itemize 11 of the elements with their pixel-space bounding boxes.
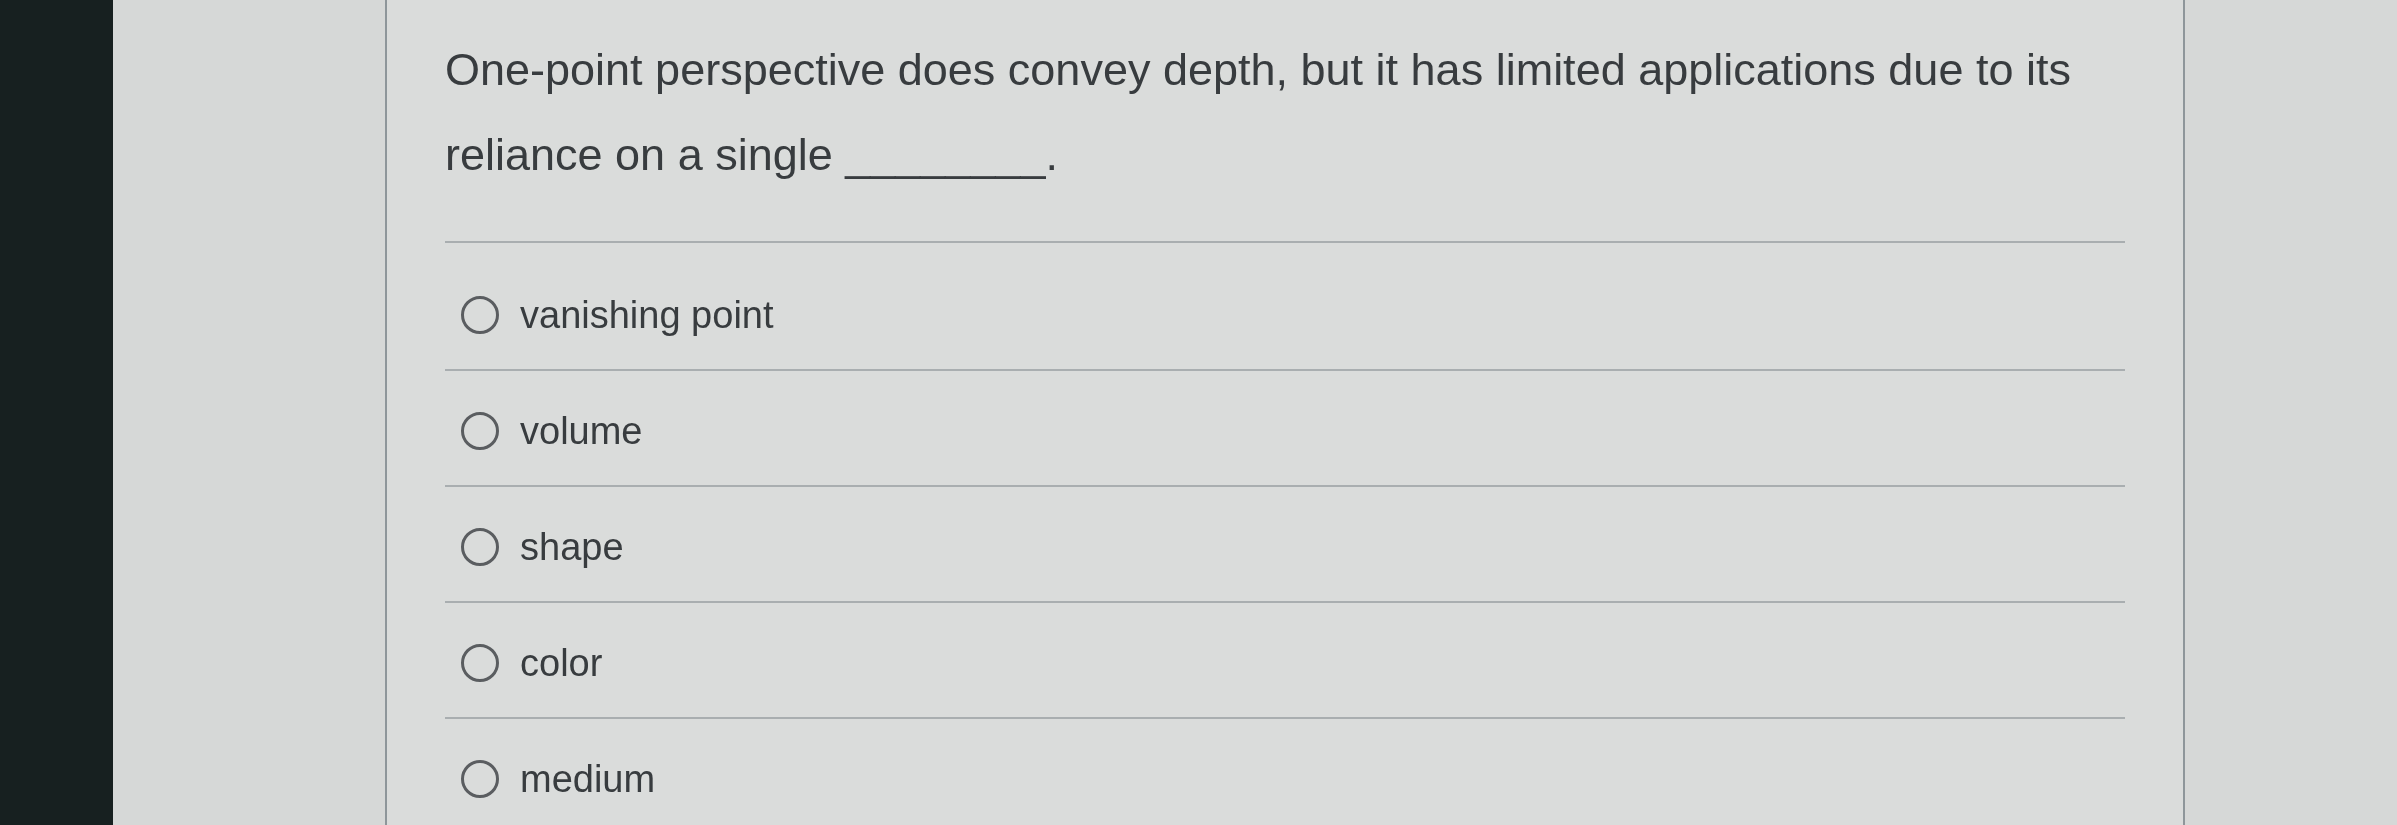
option-label[interactable]: volume (520, 409, 643, 453)
option-label[interactable]: vanishing point (520, 293, 774, 337)
question-text: One-point perspective does convey depth, but it has limited applications due to its reliance on a single ________. (445, 43, 2072, 182)
radio-button[interactable] (461, 528, 499, 566)
option-label[interactable]: color (520, 641, 603, 685)
radio-button[interactable] (461, 760, 499, 798)
option-label[interactable]: shape (520, 525, 624, 569)
radio-button[interactable] (461, 644, 499, 682)
radio-button[interactable] (461, 296, 499, 334)
option-label[interactable]: medium (520, 757, 656, 801)
radio-button[interactable] (461, 412, 499, 450)
